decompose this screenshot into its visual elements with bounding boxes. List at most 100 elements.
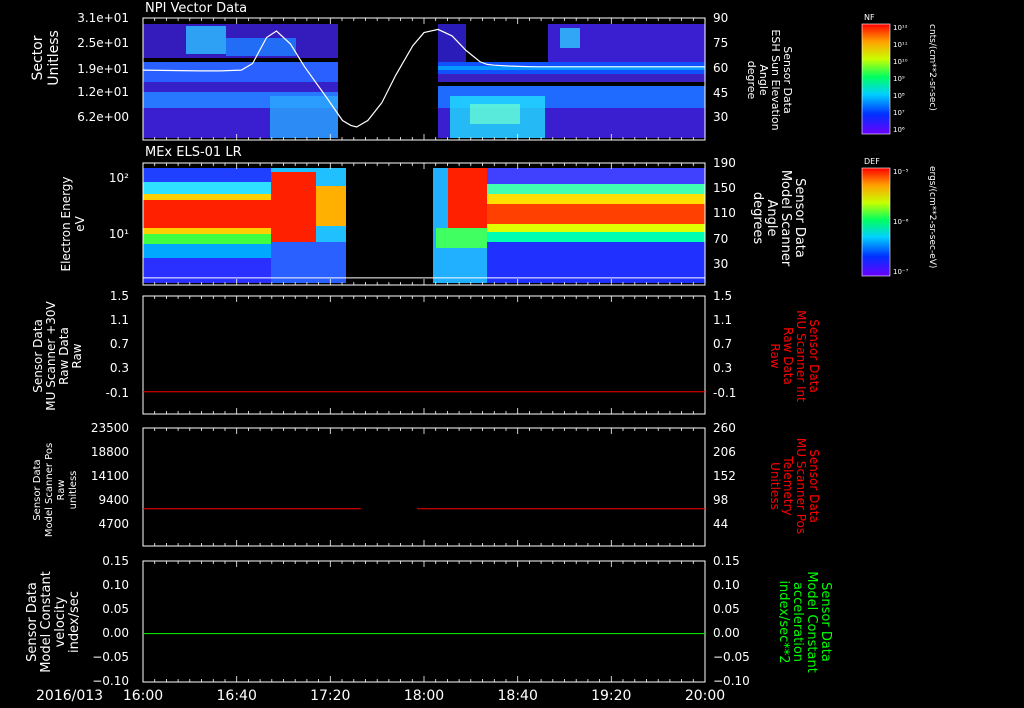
heatmap-els: [143, 163, 705, 285]
y-tick-label: 3.1e+01: [77, 11, 129, 25]
svg-text:MU Scanner Int: MU Scanner Int: [794, 310, 808, 402]
y-axis-title-right-p4: Sensor Data MU Scanner Pos Telemetry Uni…: [768, 438, 821, 534]
svg-text:Sensor Data: Sensor Data: [818, 582, 833, 662]
y-tick-label: 0.10: [713, 578, 740, 592]
y-tick-label: −0.05: [713, 650, 750, 664]
plot-canvas: NPI Vector Data 3.1e+01 2.5e+01 1.9e+01 …: [25, 1, 937, 704]
y-axis-right-els: 190 150 110 70 30: [713, 156, 736, 271]
y-tick-label: 0.10: [102, 578, 129, 592]
colorbar-label: DEF: [864, 157, 880, 166]
svg-text:degrees: degrees: [750, 192, 765, 245]
svg-text:MU Scanner Pos: MU Scanner Pos: [794, 438, 808, 534]
svg-text:Sensor Data: Sensor Data: [25, 582, 40, 662]
y-tick-label: 1.2e+01: [77, 85, 129, 99]
x-tick-label: 19:20: [591, 688, 631, 704]
y-tick-label: −0.05: [92, 650, 129, 664]
colorbar-units: cnts/(cm**2-sr-sec): [927, 24, 937, 111]
y-tick-label: 60: [713, 61, 728, 75]
colorbar-npi: NF 10¹² 10¹¹ 10¹⁰ 10⁹ 10⁸ 10⁷ 10⁶ cnts/(…: [861, 13, 937, 135]
x-tick-label: 20:00: [685, 688, 725, 704]
svg-text:acceleration: acceleration: [790, 582, 805, 662]
colorbar-tick: 10⁶: [893, 126, 905, 134]
y-axis-right-p5: 0.15 0.10 0.05 0.00 −0.05 −0.10: [713, 554, 750, 688]
colorbar-units: ergs/(cm**2-sr-sec-eV): [927, 166, 937, 268]
svg-text:Sensor Data: Sensor Data: [792, 178, 807, 258]
x-tick-label: 16:00: [123, 688, 163, 704]
y-tick-label: 18800: [91, 445, 129, 459]
svg-text:Unitless: Unitless: [768, 462, 782, 510]
y-axis-title-right-npi: Sensor Data ESH Sun Elevation Angle degr…: [745, 29, 794, 130]
y-tick-label: -0.1: [106, 386, 129, 400]
svg-text:eV: eV: [73, 215, 87, 231]
svg-text:Sensor Data: Sensor Data: [807, 319, 821, 393]
y-axis-title-right-p5: Sensor Data Model Constant acceleration …: [776, 571, 833, 673]
y-tick-label: 150: [713, 181, 736, 195]
y-axis-title-right-els: Sensor Data Model Scanner Angle degrees: [750, 170, 807, 267]
y-axis-left-p3: 1.5 1.1 0.7 0.3 -0.1: [106, 289, 129, 400]
colorbar-tick: 10⁻⁶: [893, 218, 909, 226]
svg-text:Angle: Angle: [764, 200, 779, 237]
x-axis-time: 2016/013 16:00 16:40 17:20 18:00 18:40 1…: [36, 688, 725, 704]
colorbar-tick: 10⁻⁵: [893, 168, 909, 176]
panel-title-els: MEx ELS-01 LR: [145, 145, 242, 160]
y-tick-label: 206: [713, 445, 736, 459]
panel-els: MEx ELS-01 LR 10² 10¹ 190 150 110 70 30 …: [59, 145, 937, 286]
colorbar-label: NF: [864, 13, 875, 22]
y-tick-label: 6.2e+00: [77, 110, 129, 124]
y-axis-title-p4: Sensor Data Model Scanner Pos Raw unitle…: [32, 443, 79, 537]
y-tick-label: 1.1: [713, 313, 732, 327]
x-tick-label: 17:20: [310, 688, 350, 704]
svg-text:Telemetry: Telemetry: [781, 455, 795, 515]
y-tick-label: 152: [713, 469, 736, 483]
y-tick-label: 0.05: [713, 602, 740, 616]
y-axis-right-npi: 90 75 60 45 30: [713, 11, 728, 124]
svg-text:Sector: Sector: [30, 35, 46, 80]
colorbar-tick: 10¹¹: [893, 41, 908, 49]
svg-text:Raw: Raw: [768, 343, 782, 368]
y-axis-right-p4: 260 206 152 98 44: [713, 421, 736, 531]
y-tick-label: 70: [713, 232, 728, 246]
y-tick-label: 30: [713, 257, 728, 271]
svg-text:MU Scanner +30V: MU Scanner +30V: [44, 301, 58, 411]
x-tick-label: 16:40: [217, 688, 257, 704]
y-tick-label: 0.3: [713, 361, 732, 375]
y-tick-label: 190: [713, 156, 736, 170]
panel-npi: NPI Vector Data 3.1e+01 2.5e+01 1.9e+01 …: [30, 1, 937, 141]
y-axis-right-p3: 1.5 1.1 0.7 0.3 -0.1: [713, 289, 736, 400]
x-tick-label: 18:00: [404, 688, 444, 704]
svg-text:Raw Data: Raw Data: [57, 327, 71, 385]
svg-text:Sensor Data: Sensor Data: [32, 459, 43, 520]
y-tick-label: 10¹: [109, 227, 129, 241]
svg-text:Model Scanner Pos: Model Scanner Pos: [44, 443, 55, 537]
y-tick-label: 90: [713, 11, 728, 25]
panel-scanner-pos: 23500 18800 14100 9400 4700 260 206 152 …: [32, 421, 821, 547]
y-tick-label: 110: [713, 206, 736, 220]
colorbar-tick: 10¹⁰: [893, 58, 908, 66]
y-tick-label: −0.10: [92, 674, 129, 688]
y-tick-label: 0.00: [102, 626, 129, 640]
y-tick-label: 10²: [109, 171, 129, 185]
colorbar-els: DEF 10⁻⁵ 10⁻⁶ 10⁻⁷ ergs/(cm**2-sr-sec-eV…: [861, 157, 937, 277]
y-tick-label: 98: [713, 493, 728, 507]
heatmap-npi: [143, 18, 705, 140]
y-tick-label: 0.00: [713, 626, 740, 640]
y-tick-label: 2.5e+01: [77, 36, 129, 50]
svg-text:Unitless: Unitless: [46, 30, 62, 86]
y-tick-label: 0.7: [713, 337, 732, 351]
y-tick-label: 45: [713, 86, 728, 100]
y-tick-label: 1.5: [713, 289, 732, 303]
y-tick-label: 9400: [98, 493, 129, 507]
svg-text:velocity: velocity: [53, 596, 68, 647]
svg-text:unitless: unitless: [68, 471, 79, 510]
y-tick-label: 1.9e+01: [77, 62, 129, 76]
y-tick-label: 30: [713, 110, 728, 124]
y-tick-label: 260: [713, 421, 736, 435]
y-axis-left-npi: 3.1e+01 2.5e+01 1.9e+01 1.2e+01 6.2e+00: [77, 11, 129, 124]
y-axis-left-p4: 23500 18800 14100 9400 4700: [91, 421, 129, 531]
svg-text:index/sec**2: index/sec**2: [776, 580, 791, 663]
svg-text:Model Constant: Model Constant: [39, 571, 54, 673]
svg-text:degree: degree: [745, 61, 758, 100]
svg-text:index/sec: index/sec: [67, 591, 82, 653]
x-tick-label: 18:40: [498, 688, 538, 704]
y-tick-label: 0.05: [102, 602, 129, 616]
